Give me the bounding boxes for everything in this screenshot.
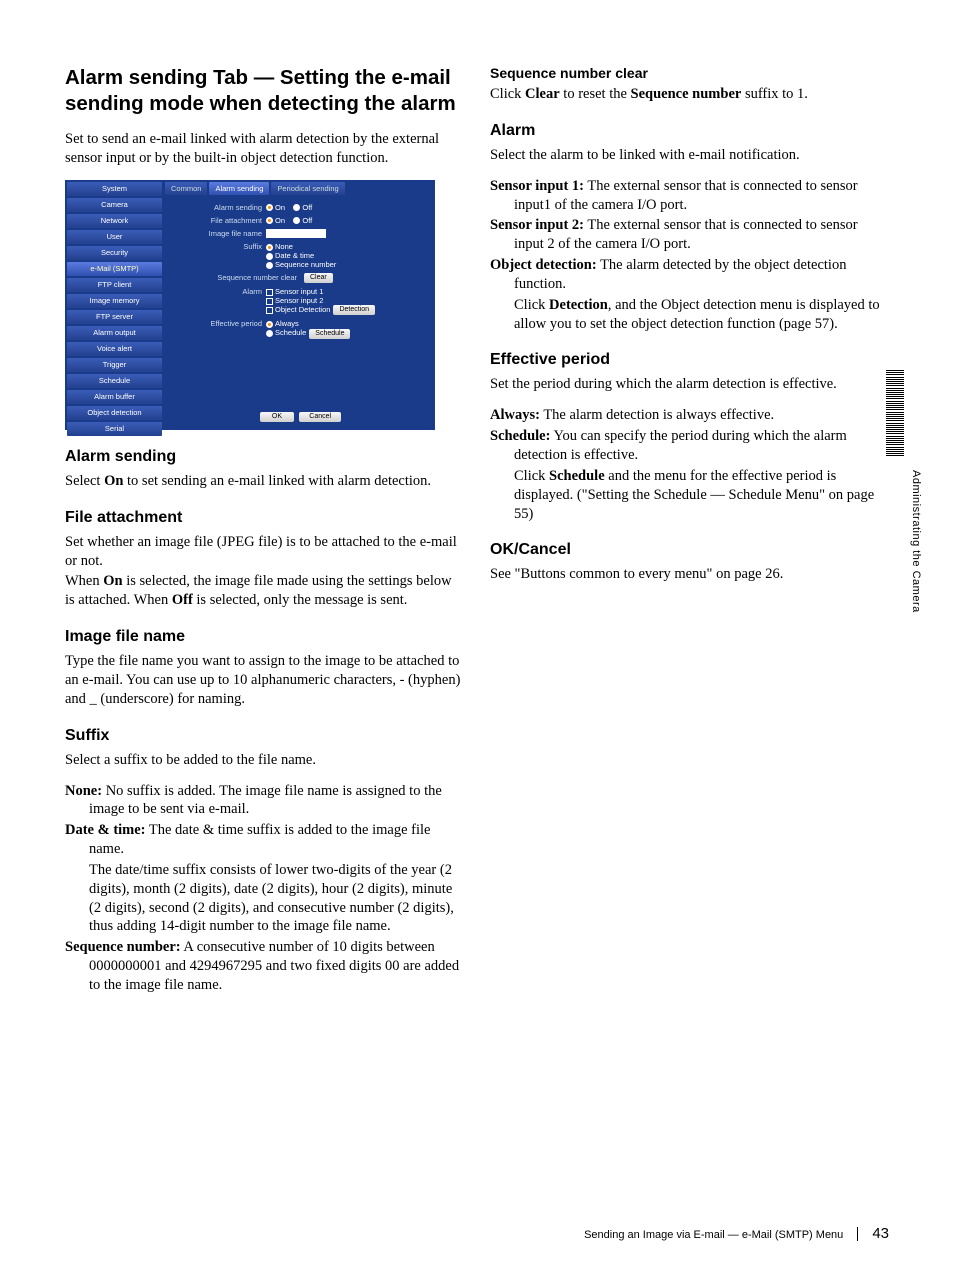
footer-separator — [857, 1227, 858, 1241]
radio-icon[interactable] — [266, 321, 273, 328]
sidebar-item[interactable]: Schedule — [67, 374, 162, 388]
heading-image-file-name: Image file name — [65, 628, 464, 646]
tab[interactable]: Alarm sending — [209, 182, 269, 195]
form-label: Sequence number clear — [171, 273, 301, 282]
settings-screenshot: System Camera Network User Security e-Mail (S… — [65, 180, 435, 430]
form-label: Image file name — [171, 229, 266, 238]
right-column: Sequence number clear Click Clear to res… — [490, 65, 889, 997]
def-date-time: Date & time: The date & time suffix is a… — [65, 821, 464, 859]
para: Type the file name you want to assign to… — [65, 652, 464, 709]
main-title: Alarm sending Tab — Setting the e-mail s… — [65, 65, 464, 116]
tab[interactable]: Periodical sending — [271, 182, 344, 195]
form-label: Alarm — [171, 287, 266, 296]
def-none: None: No suffix is added. The image file… — [65, 782, 464, 820]
tab[interactable]: Common — [165, 182, 207, 195]
para: Set whether an image file (JPEG file) is… — [65, 533, 464, 571]
def-object-detection-cont: Click Detection, and the Object detectio… — [490, 296, 889, 334]
sidebar-item[interactable]: Image memory — [67, 294, 162, 308]
page-footer: Sending an Image via E-mail — e-Mail (SM… — [65, 1224, 889, 1242]
heading-alarm-sending: Alarm sending — [65, 448, 464, 466]
clear-button[interactable]: Clear — [304, 273, 333, 283]
sidebar-item[interactable]: Alarm output — [67, 326, 162, 340]
para: Select On to set sending an e-mail linke… — [65, 472, 464, 491]
detection-button[interactable]: Detection — [333, 305, 375, 315]
def-date-time-cont: The date/time suffix consists of lower t… — [65, 861, 464, 936]
sidebar-item[interactable]: Object detection — [67, 406, 162, 420]
radio-icon[interactable] — [266, 262, 273, 269]
footer-text: Sending an Image via E-mail — e-Mail (SM… — [584, 1229, 843, 1241]
cancel-button[interactable]: Cancel — [299, 412, 341, 422]
para: Select the alarm to be linked with e-mai… — [490, 146, 889, 165]
heading-effective-period: Effective period — [490, 351, 889, 369]
checkbox-icon[interactable] — [266, 298, 273, 305]
radio-icon[interactable] — [266, 330, 273, 337]
image-file-name-input[interactable] — [266, 229, 326, 238]
checkbox-icon[interactable] — [266, 307, 273, 314]
def-schedule: Schedule: You can specify the period dur… — [490, 427, 889, 465]
side-section-label: Administrating the Camera — [910, 470, 922, 613]
app-tabs: CommonAlarm sendingPeriodical sending — [165, 182, 433, 195]
form-label: Effective period — [171, 319, 266, 328]
form-label: Alarm sending — [171, 203, 266, 212]
radio-on-icon[interactable] — [266, 204, 273, 211]
schedule-button[interactable]: Schedule — [309, 329, 350, 339]
heading-ok-cancel: OK/Cancel — [490, 541, 889, 559]
app-main: CommonAlarm sendingPeriodical sending Al… — [165, 182, 433, 428]
para: Select a suffix to be added to the file … — [65, 751, 464, 770]
radio-off-icon[interactable] — [293, 204, 300, 211]
para: See "Buttons common to every menu" on pa… — [490, 565, 889, 584]
radio-icon[interactable] — [266, 253, 273, 260]
ok-button[interactable]: OK — [260, 412, 294, 422]
app-form: Alarm sending On Off File attachment On — [165, 199, 433, 347]
heading-alarm: Alarm — [490, 122, 889, 140]
side-tab-graphic — [886, 370, 904, 458]
def-object-detection: Object detection: The alarm detected by … — [490, 256, 889, 294]
sidebar-item[interactable]: System — [67, 182, 162, 196]
form-label: File attachment — [171, 216, 266, 225]
sidebar-item[interactable]: Voice alert — [67, 342, 162, 356]
heading-file-attachment: File attachment — [65, 509, 464, 527]
intro-paragraph: Set to send an e-mail linked with alarm … — [65, 130, 464, 168]
sidebar-item[interactable]: Trigger — [67, 358, 162, 372]
def-schedule-cont: Click Schedule and the menu for the effe… — [490, 467, 889, 524]
para: Click Clear to reset the Sequence number… — [490, 85, 889, 104]
radio-off-icon[interactable] — [293, 217, 300, 224]
para: Set the period during which the alarm de… — [490, 375, 889, 394]
def-seq-number: Sequence number: A consecutive number of… — [65, 938, 464, 995]
sidebar-item[interactable]: Alarm buffer — [67, 390, 162, 404]
heading-suffix: Suffix — [65, 727, 464, 745]
def-sensor1: Sensor input 1: The external sensor that… — [490, 177, 889, 215]
sidebar-item[interactable]: User — [67, 230, 162, 244]
sidebar-item[interactable]: Serial — [67, 422, 162, 436]
form-label: Suffix — [171, 242, 266, 251]
page-number: 43 — [872, 1225, 889, 1242]
sidebar-item[interactable]: FTP server — [67, 310, 162, 324]
sidebar-item[interactable]: Camera — [67, 198, 162, 212]
ok-cancel-bar: OK Cancel — [165, 412, 433, 422]
sidebar-item[interactable]: FTP client — [67, 278, 162, 292]
para: When On is selected, the image file made… — [65, 572, 464, 610]
sidebar-item[interactable]: Security — [67, 246, 162, 260]
def-sensor2: Sensor input 2: The external sensor that… — [490, 216, 889, 254]
radio-on-icon[interactable] — [266, 217, 273, 224]
heading-seq-clear: Sequence number clear — [490, 65, 889, 81]
app-sidebar: System Camera Network User Security e-Mail (S… — [67, 182, 162, 438]
left-column: Alarm sending Tab — Setting the e-mail s… — [65, 65, 464, 997]
sidebar-item[interactable]: e-Mail (SMTP) — [67, 262, 162, 276]
def-always: Always: The alarm detection is always ef… — [490, 406, 889, 425]
checkbox-icon[interactable] — [266, 289, 273, 296]
radio-icon[interactable] — [266, 244, 273, 251]
sidebar-item[interactable]: Network — [67, 214, 162, 228]
